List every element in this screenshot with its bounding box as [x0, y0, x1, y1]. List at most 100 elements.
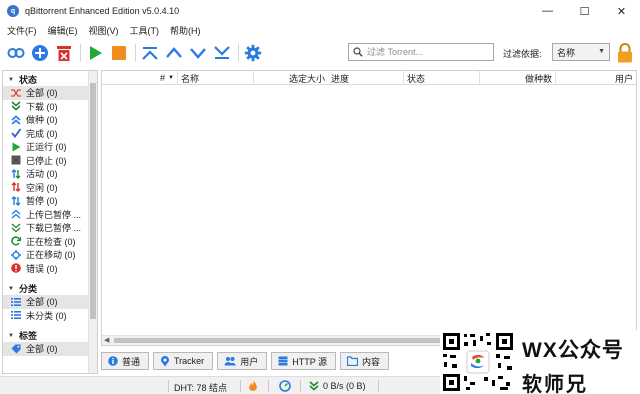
menu-help[interactable]: 帮助(H) [170, 24, 201, 37]
column-header-peers[interactable]: 用户 [556, 71, 636, 85]
status-separator [300, 380, 301, 392]
lock-icon [618, 43, 632, 63]
folder-icon [347, 356, 359, 366]
resume-button[interactable] [85, 43, 105, 63]
options-button[interactable] [243, 43, 263, 63]
status-item-label: 下载已暂停 ... [26, 223, 82, 234]
status-item-error[interactable]: 错误 (0) [3, 262, 97, 276]
toolbar-separator [238, 44, 239, 62]
status-item-all[interactable]: 全部 (0) [3, 86, 89, 100]
status-item-label: 下载 (0) [26, 101, 58, 112]
double-down-icon [11, 101, 21, 111]
add-link-button[interactable] [6, 43, 26, 63]
dropdown-arrow-icon: ▼ [598, 48, 605, 55]
toolbar-separator [135, 44, 136, 62]
chevron-down-icon [190, 48, 206, 59]
pause-button[interactable] [109, 43, 129, 63]
status-section-header[interactable]: ▼ 状态 [3, 73, 97, 86]
up-paused-icon [11, 209, 21, 219]
tab-general[interactable]: 普通 [101, 352, 150, 370]
add-torrent-button[interactable] [30, 43, 50, 63]
column-header-status[interactable]: 状态 [404, 71, 480, 85]
move-up-button[interactable] [164, 43, 184, 63]
info-icon [108, 356, 118, 366]
stop-icon [112, 46, 126, 60]
search-icon [353, 47, 363, 57]
minimize-button[interactable]: — [529, 0, 566, 22]
remove-torrent-button[interactable] [54, 43, 74, 63]
error-icon [11, 263, 21, 274]
scroll-left-icon[interactable]: ◀ [104, 336, 109, 344]
status-item-seeding[interactable]: 做种 (0) [3, 113, 97, 127]
column-label: # [160, 73, 166, 83]
category-section-header[interactable]: ▼ 分类 [3, 282, 97, 295]
speed-limit-icon[interactable] [279, 380, 291, 394]
tag-section-header[interactable]: ▼ 标签 [3, 329, 97, 342]
menu-edit[interactable]: 编辑(E) [48, 24, 78, 37]
category-item-label: 未分类 (0) [26, 310, 67, 321]
menu-view[interactable]: 视图(V) [89, 24, 119, 37]
flame-icon[interactable] [248, 380, 258, 394]
download-speed-icon [309, 381, 319, 393]
move-top-button[interactable] [140, 43, 160, 63]
column-header-name[interactable]: 名称 [178, 71, 254, 85]
status-item-running[interactable]: 正运行 (0) [3, 140, 97, 154]
status-item-active[interactable]: 活动 (0) [3, 167, 97, 181]
move-bottom-button[interactable] [212, 43, 232, 63]
scrollbar-thumb[interactable] [90, 83, 96, 319]
updown-paused-icon [11, 195, 21, 206]
download-speed-text: 0 B/s (0 B) [323, 381, 366, 391]
play-icon [11, 142, 21, 152]
status-item-label: 上传已暂停 ... [26, 209, 82, 220]
tab-http-sources[interactable]: HTTP 源 [271, 352, 337, 370]
status-item-upload-paused[interactable]: 上传已暂停 ... [3, 208, 97, 222]
status-item-checking[interactable]: 正在检查 (0) [3, 235, 97, 249]
link-icon [7, 48, 25, 58]
move-down-button[interactable] [188, 43, 208, 63]
status-item-completed[interactable]: 完成 (0) [3, 127, 97, 141]
column-header-progress[interactable]: 进度 [328, 71, 404, 85]
status-item-stopped[interactable]: 已停止 (0) [3, 154, 97, 168]
tab-label: HTTP 源 [292, 356, 328, 367]
menu-file[interactable]: 文件(F) [7, 24, 37, 37]
column-header-size[interactable]: 选定大小 [254, 71, 328, 85]
gear-icon [244, 44, 262, 62]
tab-tracker[interactable]: Tracker [153, 352, 214, 370]
menu-tools[interactable]: 工具(T) [130, 24, 160, 37]
status-item-label: 正在移动 (0) [26, 250, 76, 261]
tab-content[interactable]: 内容 [340, 352, 390, 370]
lock-button[interactable] [616, 42, 634, 66]
close-button[interactable]: ✕ [603, 0, 640, 22]
category-item-all[interactable]: 全部 (0) [3, 295, 89, 309]
double-up-icon [11, 115, 21, 125]
column-header-number[interactable]: # ▼ [102, 71, 178, 85]
search-field[interactable] [348, 43, 494, 61]
refresh-icon [11, 236, 21, 246]
status-item-paused[interactable]: 暂停 (0) [3, 194, 97, 208]
collapse-caret-icon: ▼ [8, 332, 14, 339]
location-pin-icon [160, 355, 170, 367]
column-header-seeds[interactable]: 做种数 [480, 71, 556, 85]
status-item-download-paused[interactable]: 下载已暂停 ... [3, 221, 97, 235]
category-item-uncategorized[interactable]: 未分类 (0) [3, 309, 97, 323]
status-header-label: 状态 [18, 75, 37, 85]
tab-label: Tracker [174, 356, 205, 366]
status-item-downloading[interactable]: 下载 (0) [3, 100, 97, 114]
users-icon [224, 356, 236, 366]
filter-dropdown[interactable]: 名称 ▼ [552, 43, 610, 61]
window-controls: — ☐ ✕ [529, 0, 640, 22]
torrent-list[interactable]: # ▼ 名称 选定大小 进度 状态 做种数 用户 ◀ ▶ [101, 70, 637, 346]
tab-label: 内容 [362, 356, 381, 367]
sidebar-scrollbar[interactable] [88, 71, 97, 373]
tab-label: 普通 [122, 356, 141, 367]
tag-header-label: 标签 [18, 331, 37, 341]
category-header-label: 分类 [18, 284, 37, 294]
maximize-button[interactable]: ☐ [566, 0, 603, 22]
column-label: 用户 [614, 73, 633, 84]
filter-sidebar: ▼ 状态 全部 (0) 下载 (0) 做种 (0) 完成 (0) 正运行 (0)… [2, 70, 98, 374]
search-input[interactable] [367, 47, 487, 57]
tag-item-all[interactable]: 全部 (0) [3, 342, 89, 356]
status-item-moving[interactable]: 正在移动 (0) [3, 248, 97, 262]
status-item-idle[interactable]: 空闲 (0) [3, 181, 97, 195]
tab-peers[interactable]: 用户 [217, 352, 268, 370]
